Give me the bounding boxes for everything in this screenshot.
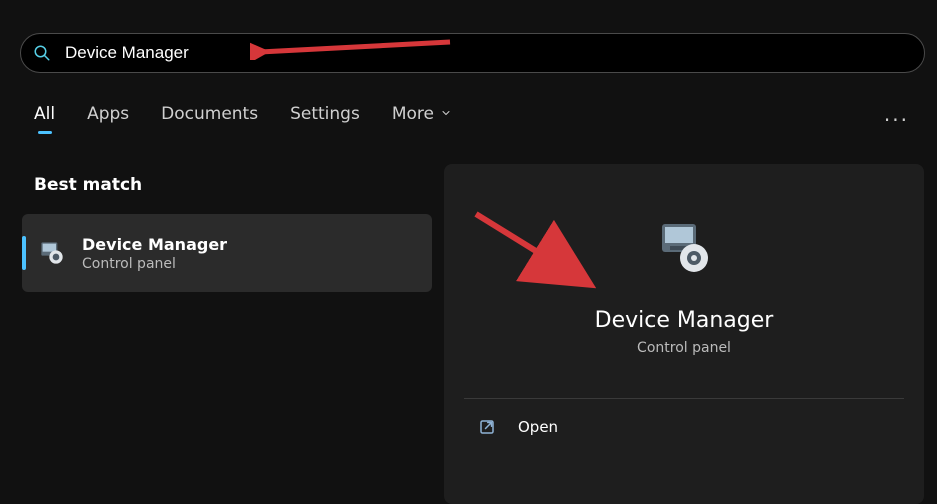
tab-more[interactable]: More: [392, 104, 452, 132]
search-icon: [33, 44, 51, 62]
result-subtitle: Control panel: [82, 256, 227, 272]
search-input[interactable]: [51, 42, 924, 64]
open-external-icon: [478, 418, 496, 436]
best-match-heading: Best match: [34, 175, 142, 195]
overflow-menu-button[interactable]: ···: [884, 108, 909, 132]
divider: [464, 398, 904, 399]
tab-apps[interactable]: Apps: [87, 104, 129, 132]
detail-pane: Device Manager Control panel Open: [444, 164, 924, 504]
result-title: Device Manager: [82, 235, 227, 254]
chevron-down-icon: [440, 104, 452, 124]
search-bar[interactable]: [20, 33, 925, 73]
device-manager-icon: [36, 237, 68, 269]
device-manager-icon: [652, 216, 716, 280]
tab-documents[interactable]: Documents: [161, 104, 258, 132]
action-open[interactable]: Open: [478, 418, 558, 436]
result-device-manager[interactable]: Device Manager Control panel: [22, 214, 432, 292]
tab-more-label: More: [392, 104, 434, 124]
result-text: Device Manager Control panel: [82, 235, 227, 272]
tab-settings[interactable]: Settings: [290, 104, 360, 132]
action-open-label: Open: [518, 418, 558, 436]
tab-all[interactable]: All: [34, 104, 55, 132]
detail-subtitle: Control panel: [444, 340, 924, 356]
detail-title: Device Manager: [444, 308, 924, 333]
filter-tabs: All Apps Documents Settings More: [34, 104, 452, 132]
